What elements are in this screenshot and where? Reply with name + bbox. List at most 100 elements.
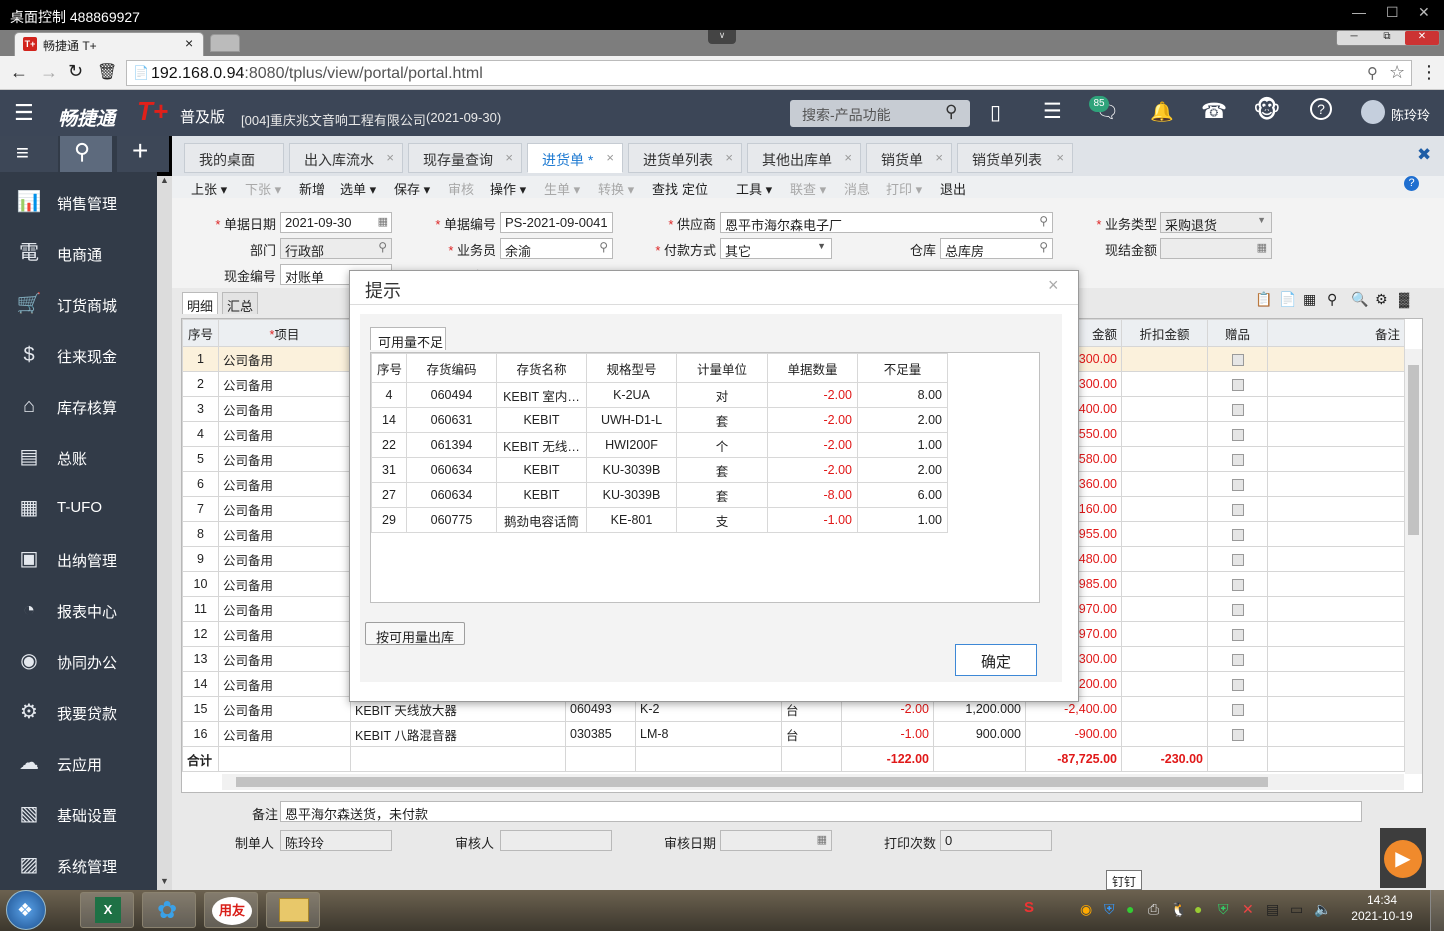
gift-checkbox[interactable] [1231, 453, 1244, 466]
supplier-field[interactable]: 恩平市海尔森电子厂 ⚲ [720, 212, 1053, 233]
cell-disc[interactable] [1121, 596, 1208, 622]
sidebar-item-12[interactable]: ☁ 云应用 [0, 738, 157, 788]
gift-checkbox-cell[interactable] [1207, 371, 1268, 397]
toolbar-item-6[interactable]: 审核 [448, 179, 474, 198]
tray-x-icon[interactable]: ✕ [1242, 901, 1254, 918]
cell-remark[interactable] [1267, 471, 1405, 497]
close-icon[interactable]: ✕ [1418, 4, 1430, 21]
cell-seq[interactable]: 4 [182, 421, 219, 447]
bookmark-star-icon[interactable]: ☆ [1389, 62, 1405, 83]
toolbar-item-9[interactable]: 转换 ▾ [598, 179, 634, 198]
taskbar-app-blue[interactable]: ✿ [142, 892, 196, 928]
monitor-icon[interactable]: ▭ [1290, 901, 1303, 918]
copy-icon[interactable]: 📋 [1255, 291, 1272, 308]
tab-4[interactable]: 进货单 * × [527, 143, 623, 173]
cell-item[interactable]: 公司备用 [218, 571, 351, 597]
calc-icon[interactable]: ▦ [1257, 241, 1267, 254]
clerk-field[interactable]: 余渝 ⚲ [500, 238, 613, 259]
cell-item[interactable]: 公司备用 [218, 396, 351, 422]
cell-item[interactable]: 公司备用 [218, 496, 351, 522]
toolbar-item-16[interactable]: 退出 [940, 179, 966, 198]
sidebar-item-2[interactable]: 電 电商通 [0, 228, 157, 278]
gift-checkbox[interactable] [1231, 428, 1244, 441]
monkey-mascot-icon[interactable]: 🐵 [1253, 96, 1281, 125]
cell-item[interactable]: 公司备用 [218, 371, 351, 397]
tab-close-icon[interactable]: × [844, 150, 852, 165]
remark-field[interactable]: 恩平海尔森送货，未付款 [280, 801, 1362, 822]
cell-item[interactable]: 公司备用 [218, 721, 351, 747]
warehouse-field[interactable]: 总库房 ⚲ [940, 238, 1053, 259]
browser-restore-icon[interactable]: ⧉ [1371, 31, 1403, 45]
cell-remark[interactable] [1267, 696, 1405, 722]
gift-checkbox-cell[interactable] [1207, 346, 1268, 372]
gift-checkbox-cell[interactable] [1207, 721, 1268, 747]
cell-remark[interactable] [1267, 521, 1405, 547]
gift-checkbox[interactable] [1231, 628, 1244, 641]
cell-seq[interactable]: 8 [182, 521, 219, 547]
cell-remark[interactable] [1267, 621, 1405, 647]
outbound-by-available-button[interactable]: 按可用量出库 [365, 622, 465, 645]
cash-amount-field[interactable]: ▦ [1160, 238, 1272, 259]
cell-seq[interactable]: 7 [182, 496, 219, 522]
doc-no-field[interactable]: PS-2021-09-0041 [500, 212, 613, 233]
gift-checkbox[interactable] [1231, 603, 1244, 616]
gift-checkbox-cell[interactable] [1207, 396, 1268, 422]
shortage-row[interactable]: 4 060494 KEBIT 室内… K-2UA 对 -2.00 8.00 [371, 382, 948, 408]
toolbar-item-13[interactable]: 联查 ▾ [790, 179, 826, 198]
plus-icon[interactable]: + [132, 135, 148, 167]
cell-disc[interactable] [1121, 446, 1208, 472]
clock[interactable]: 14:34 2021-10-19 [1344, 893, 1420, 923]
gift-checkbox-cell[interactable] [1207, 671, 1268, 697]
tab-close-icon[interactable]: × [606, 150, 614, 165]
sidebar-item-14[interactable]: ▨ 系统管理 [0, 840, 157, 890]
audit-calendar-icon[interactable]: ▦ [817, 833, 827, 846]
cell-remark[interactable] [1267, 496, 1405, 522]
dialog-tab-insufficient[interactable]: 可用量不足 [370, 327, 446, 350]
dept-search-icon[interactable]: ⚲ [378, 240, 387, 254]
cell-disc[interactable] [1121, 521, 1208, 547]
tab-detail[interactable]: 明细 [182, 292, 218, 314]
tab-close-icon[interactable]: × [386, 150, 394, 165]
hamburger-icon[interactable]: ☰ [14, 100, 34, 126]
tab-6[interactable]: 其他出库单 × [747, 143, 861, 173]
cell-remark[interactable] [1267, 721, 1405, 747]
assistant-icon[interactable]: ▶ [1384, 840, 1422, 878]
date-field[interactable]: 2021-09-30 ▦ [280, 212, 392, 233]
maximize-icon[interactable]: ☐ [1386, 4, 1399, 21]
security-icon[interactable]: ⛨ [1218, 901, 1229, 918]
tab-5[interactable]: 进货单列表 × [628, 143, 742, 173]
grid-vscroll-thumb[interactable] [1408, 365, 1419, 535]
tab-1[interactable]: 我的桌面 [184, 143, 284, 173]
gift-checkbox[interactable] [1231, 678, 1244, 691]
cell-disc[interactable] [1121, 496, 1208, 522]
shortage-row[interactable]: 31 060634 KEBIT KU-3039B 套 -2.00 2.00 [371, 457, 948, 483]
qq-icon[interactable]: 🐧 [1170, 901, 1187, 918]
sidebar-item-5[interactable]: ⌂ 库存核算 [0, 381, 157, 431]
cell-disc[interactable] [1121, 471, 1208, 497]
cell-seq[interactable]: 13 [182, 646, 219, 672]
cell-seq[interactable]: 11 [182, 596, 219, 622]
search-icon[interactable]: ⚲ [945, 102, 957, 122]
cell-seq[interactable]: 14 [182, 671, 219, 697]
cell-disc[interactable] [1121, 646, 1208, 672]
minimize-icon[interactable]: — [1352, 4, 1366, 20]
preview-icon[interactable]: 🔍 [1351, 291, 1368, 308]
print-count-field[interactable]: 0 [940, 830, 1052, 851]
new-tab-button[interactable] [210, 34, 240, 52]
gift-checkbox[interactable] [1231, 503, 1244, 516]
gift-checkbox-cell[interactable] [1207, 471, 1268, 497]
grid-hscroll[interactable] [222, 774, 1404, 790]
volume-icon[interactable]: 🔈 [1314, 901, 1331, 918]
cell-item[interactable]: 公司备用 [218, 546, 351, 572]
tab-close-icon[interactable]: × [185, 35, 193, 51]
cell-remark[interactable] [1267, 421, 1405, 447]
warehouse-search-icon[interactable]: ⚲ [1039, 240, 1048, 254]
toolbar-item-15[interactable]: 打印 ▾ [886, 179, 922, 198]
list-icon[interactable]: ☰ [1043, 99, 1062, 124]
toolbar-item-4[interactable]: 选单 ▾ [340, 179, 376, 198]
cell-seq[interactable]: 2 [182, 371, 219, 397]
gift-checkbox[interactable] [1231, 528, 1244, 541]
tab-close-icon[interactable]: × [935, 150, 943, 165]
biz-type-select[interactable]: 采购退货 ▼ [1160, 212, 1272, 233]
cell-disc[interactable] [1121, 346, 1208, 372]
